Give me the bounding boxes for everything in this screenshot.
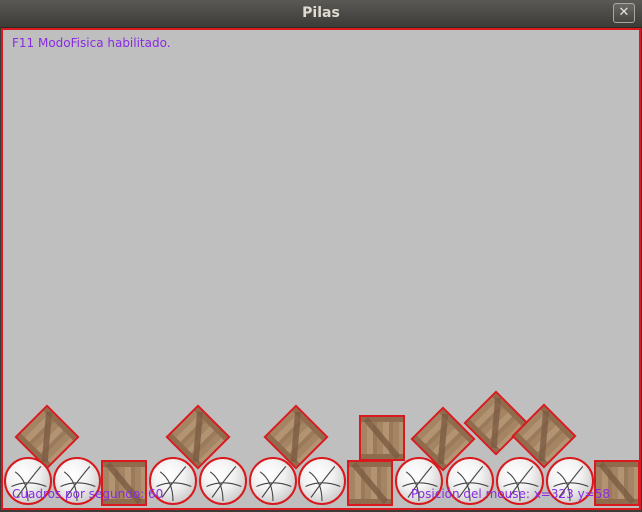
mouse-position-label: Posición del mouse: x=323 y=58 bbox=[411, 487, 611, 501]
volleyball-icon bbox=[199, 457, 247, 505]
fps-label: Cuadros por segundo: 60 bbox=[12, 487, 164, 501]
physics-mode-message: F11 ModoFisica habilitado. bbox=[12, 36, 171, 50]
crate-icon bbox=[359, 415, 405, 461]
crate-icon bbox=[463, 390, 529, 456]
close-button[interactable]: ✕ bbox=[613, 3, 635, 23]
title-bar[interactable]: Pilas ✕ bbox=[0, 0, 642, 28]
app-window: Pilas ✕ F11 ModoFisica habilitado. Cuadr… bbox=[0, 0, 642, 512]
game-canvas[interactable]: F11 ModoFisica habilitado. Cuadros por s… bbox=[1, 28, 641, 510]
volleyball-icon bbox=[298, 457, 346, 505]
volleyball-icon bbox=[249, 457, 297, 505]
crate-icon bbox=[347, 460, 393, 506]
window-title: Pilas bbox=[302, 5, 340, 21]
